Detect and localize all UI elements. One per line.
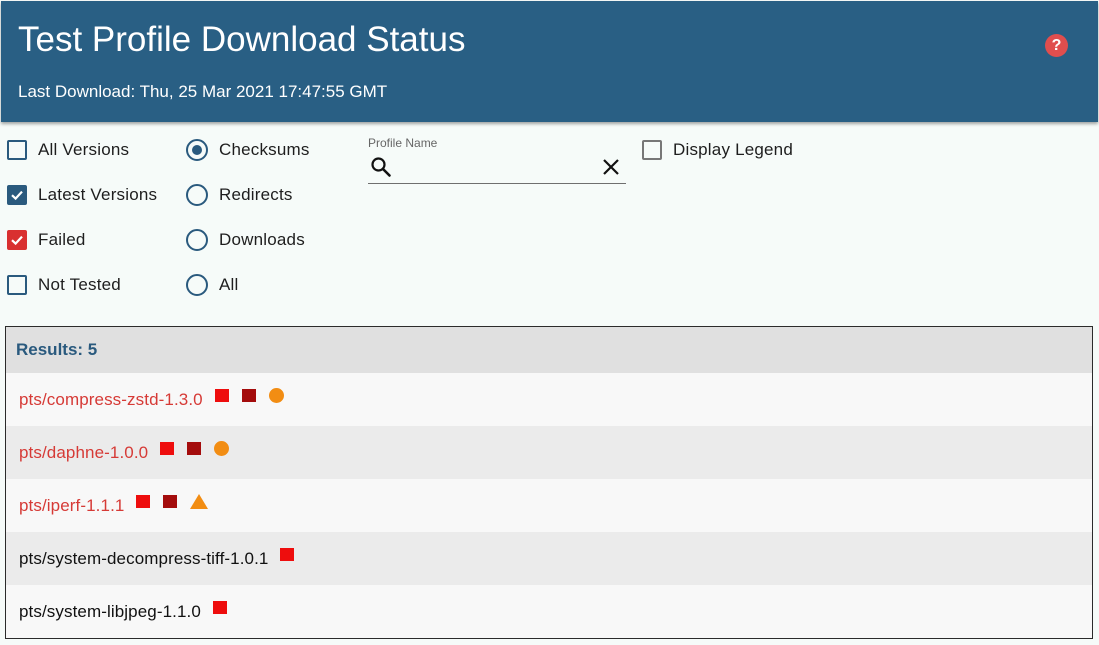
radio-checksums[interactable]: Checksums: [186, 137, 310, 163]
profile-name[interactable]: pts/system-decompress-tiff-1.0.1: [19, 549, 268, 569]
status-markers: [136, 494, 209, 509]
table-row[interactable]: pts/daphne-1.0.0: [6, 426, 1092, 479]
close-icon[interactable]: [602, 158, 620, 176]
search-field-label: Profile Name: [368, 136, 438, 150]
results-panel: Results: 5 pts/compress-zstd-1.3.0 pts/d…: [5, 326, 1093, 639]
checkbox-box[interactable]: [7, 275, 27, 295]
radio-dot: [192, 145, 202, 155]
table-row[interactable]: pts/iperf-1.1.1: [6, 479, 1092, 532]
checkbox-all-versions[interactable]: All Versions: [7, 137, 129, 163]
checkbox-label: Display Legend: [673, 140, 793, 159]
dark-red-square-icon: [163, 495, 178, 508]
checkbox-failed[interactable]: Failed: [7, 227, 86, 253]
search-input[interactable]: [396, 156, 590, 180]
profile-name-search: Profile Name: [368, 136, 626, 184]
checkbox-not-tested[interactable]: Not Tested: [7, 272, 121, 298]
checkbox-label: Not Tested: [38, 275, 121, 294]
dark-red-square-icon: [241, 389, 256, 402]
radio-button-selected[interactable]: [186, 139, 208, 161]
radio-all[interactable]: All: [186, 272, 239, 298]
radio-label: Checksums: [219, 140, 310, 159]
checkbox-label: Failed: [38, 230, 86, 249]
checkbox-label: Latest Versions: [38, 185, 158, 204]
profile-name[interactable]: pts/compress-zstd-1.3.0: [19, 390, 203, 410]
profile-name[interactable]: pts/daphne-1.0.0: [19, 443, 148, 463]
dark-red-square-icon: [187, 442, 202, 455]
orange-circle-icon: [268, 388, 284, 403]
table-row[interactable]: pts/system-libjpeg-1.1.0: [6, 585, 1092, 638]
status-markers: [160, 441, 230, 456]
checkbox-label: All Versions: [38, 140, 130, 159]
checkbox-display-legend[interactable]: Display Legend: [642, 137, 793, 163]
red-square-icon: [160, 442, 175, 455]
radio-downloads[interactable]: Downloads: [186, 227, 305, 253]
radio-label: Downloads: [219, 230, 305, 249]
checkbox-latest-versions[interactable]: Latest Versions: [7, 182, 157, 208]
red-square-icon: [280, 548, 295, 561]
radio-button[interactable]: [186, 274, 208, 296]
orange-circle-icon: [214, 441, 230, 456]
checkbox-box-checked[interactable]: [7, 185, 27, 205]
checkbox-box[interactable]: [642, 140, 662, 160]
checkmark-icon: [11, 190, 23, 201]
radio-redirects[interactable]: Redirects: [186, 182, 293, 208]
radio-button[interactable]: [186, 229, 208, 251]
status-markers: [214, 388, 284, 403]
profile-name[interactable]: pts/iperf-1.1.1: [19, 496, 124, 516]
results-count: Results: 5: [6, 327, 1092, 373]
help-icon[interactable]: ?: [1045, 34, 1068, 57]
page-title: Test Profile Download Status: [18, 20, 466, 59]
radio-label: Redirects: [219, 185, 293, 204]
red-square-icon: [136, 495, 151, 508]
last-download-text: Last Download: Thu, 25 Mar 2021 17:47:55…: [18, 82, 388, 101]
radio-label: All: [219, 275, 239, 294]
checkbox-box[interactable]: [7, 140, 27, 160]
app-header: Test Profile Download Status Last Downlo…: [1, 1, 1098, 122]
red-square-icon: [214, 389, 229, 402]
profile-name[interactable]: pts/system-libjpeg-1.1.0: [19, 602, 201, 622]
red-square-icon: [212, 601, 227, 614]
orange-triangle-icon: [190, 494, 209, 509]
table-row[interactable]: pts/compress-zstd-1.3.0: [6, 373, 1092, 426]
checkmark-icon: [11, 235, 23, 246]
radio-button[interactable]: [186, 184, 208, 206]
search-icon: [371, 157, 391, 177]
checkbox-box-checked[interactable]: [7, 230, 27, 250]
status-markers: [212, 601, 240, 614]
table-row[interactable]: pts/system-decompress-tiff-1.0.1: [6, 532, 1092, 585]
status-markers: [280, 548, 307, 561]
